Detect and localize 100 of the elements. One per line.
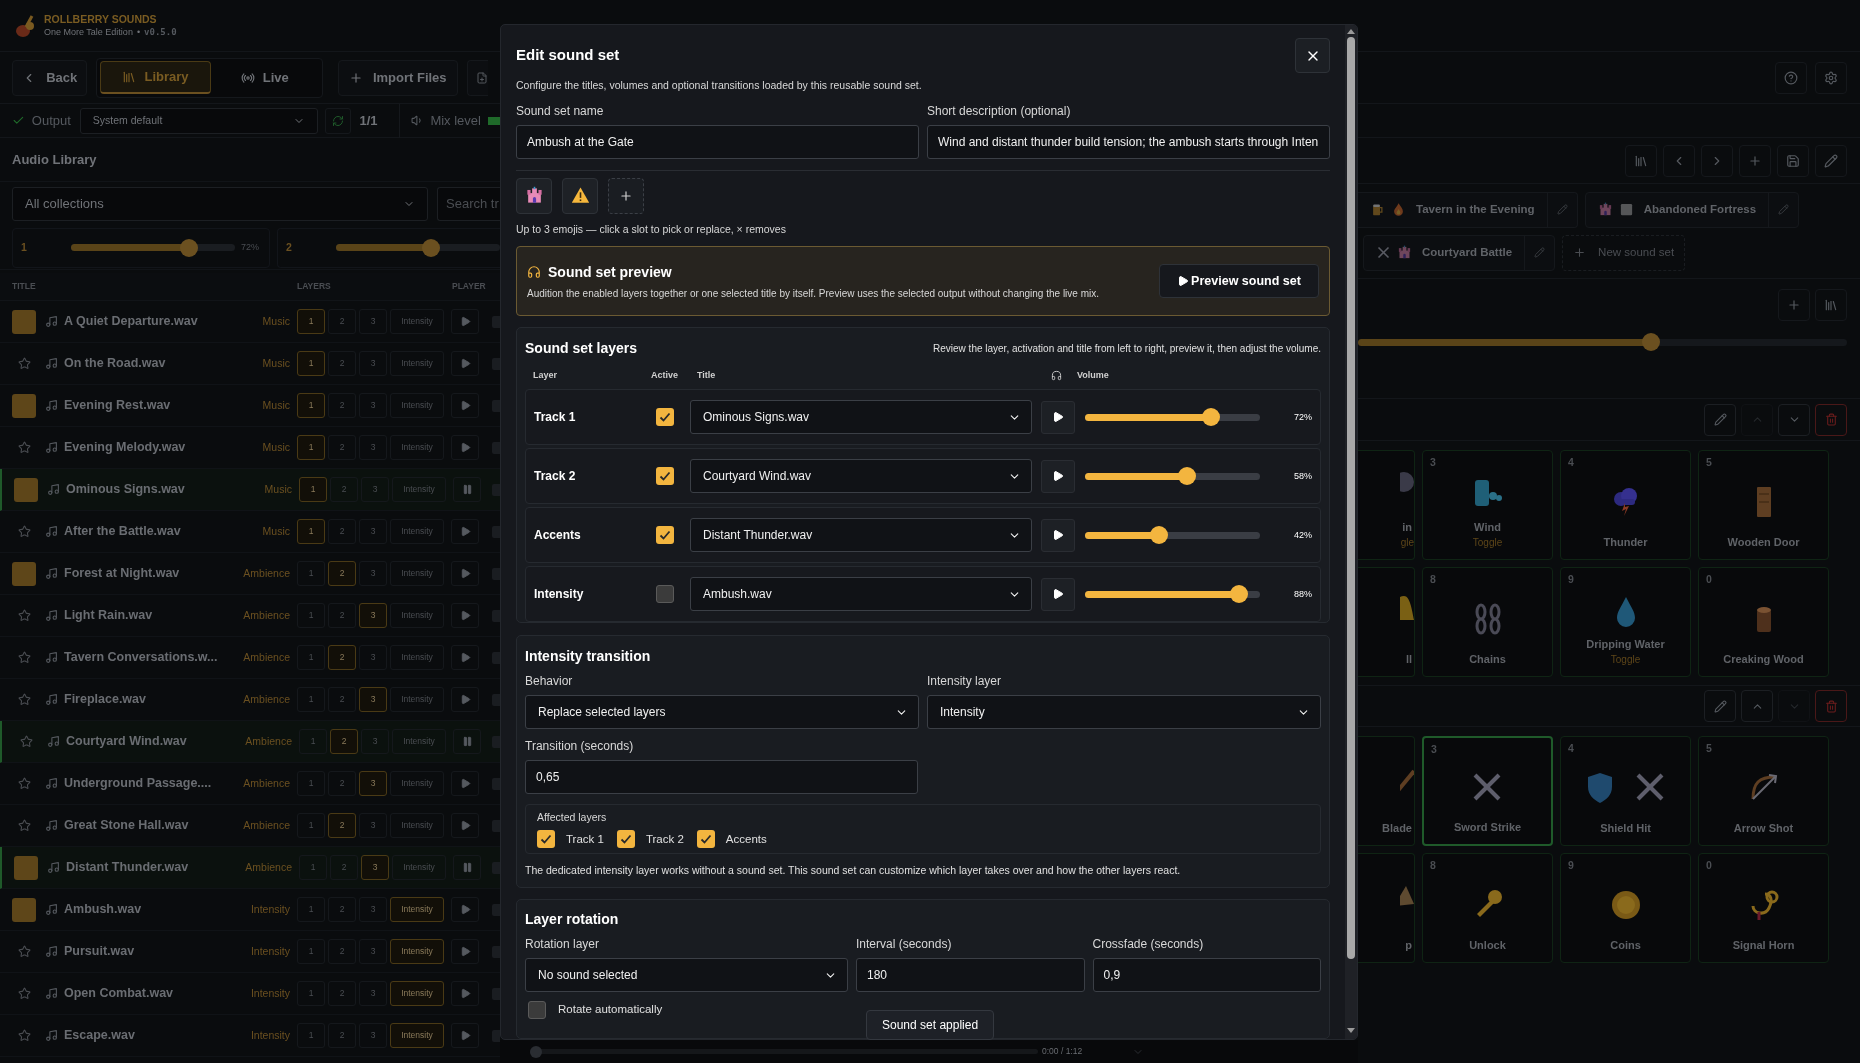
layer-button[interactable]: Intensity <box>390 435 444 460</box>
star-icon[interactable] <box>17 1029 31 1042</box>
sound-pad[interactable]: p <box>1358 853 1415 963</box>
title-select[interactable]: Ambush.wav <box>690 577 1032 612</box>
star-icon[interactable] <box>17 609 31 622</box>
scroll-up-icon[interactable] <box>1347 27 1355 35</box>
layer-button[interactable]: Intensity <box>390 813 444 838</box>
rotation-layer-select[interactable]: No sound selected <box>525 958 848 992</box>
layer-button[interactable]: 3 <box>359 603 387 628</box>
active-checkbox[interactable] <box>656 585 674 604</box>
layer-button[interactable]: 1 <box>297 939 325 964</box>
view-tab[interactable]: Library <box>100 61 211 94</box>
play-button[interactable] <box>1041 577 1075 611</box>
active-checkbox[interactable] <box>656 526 674 545</box>
layer-button[interactable]: 3 <box>359 687 387 712</box>
rotate-checkbox[interactable] <box>528 1001 546 1019</box>
crossfade-input[interactable]: 0,9 <box>1092 958 1321 992</box>
volume-slider[interactable] <box>1085 526 1260 545</box>
play-button[interactable] <box>1041 459 1075 493</box>
favorite-marker[interactable] <box>12 561 36 586</box>
help-button[interactable] <box>1775 61 1807 94</box>
pencil-icon[interactable] <box>1534 247 1546 258</box>
layer-button[interactable]: 1 <box>297 435 325 460</box>
sound-pad[interactable]: 4 Shield Hit <box>1560 736 1691 846</box>
layer-button[interactable]: Intensity <box>392 729 446 754</box>
layer-button[interactable]: 1 <box>297 771 325 796</box>
behavior-select[interactable]: Replace selected layers <box>525 695 919 730</box>
master-volume-slider[interactable] <box>1358 333 1847 351</box>
sound-pad[interactable]: 8 Unlock <box>1422 853 1553 963</box>
intensity-layer-select[interactable]: Intensity <box>927 695 1321 730</box>
toolbar-button[interactable] <box>466 59 488 96</box>
favorite-marker[interactable] <box>14 477 38 502</box>
library-button[interactable] <box>1625 144 1657 177</box>
layer-button[interactable]: Intensity <box>390 897 444 922</box>
preview-button[interactable]: Preview sound set <box>1159 264 1319 299</box>
layer-button[interactable]: 1 <box>297 687 325 712</box>
scrollbar[interactable] <box>1345 25 1357 1039</box>
favorite-marker[interactable] <box>12 897 36 922</box>
layer-button[interactable]: Intensity <box>390 645 444 670</box>
emoji-slot[interactable] <box>562 177 598 214</box>
library-button[interactable] <box>1815 289 1847 321</box>
pause-button[interactable] <box>453 855 481 880</box>
volume-slider[interactable] <box>1085 408 1260 427</box>
play-button[interactable] <box>1041 518 1075 552</box>
favorite-marker[interactable] <box>14 855 38 880</box>
description-input[interactable]: Wind and distant thunder build tension; the ambush starts through Inten <box>927 124 1330 159</box>
delete-button[interactable] <box>1815 403 1847 436</box>
new-sound-set-button[interactable]: New sound set <box>1562 234 1686 271</box>
pencil-icon[interactable] <box>1778 204 1790 215</box>
layer-button[interactable]: 1 <box>297 981 325 1006</box>
sound-pad[interactable]: 3 Wind Toggle <box>1422 450 1553 560</box>
layer-button[interactable]: 1 <box>297 813 325 838</box>
add-emoji-button[interactable] <box>608 177 644 214</box>
output-select[interactable]: System default <box>79 107 318 134</box>
pause-button[interactable] <box>453 477 481 502</box>
emoji-slot[interactable] <box>516 177 552 214</box>
layer-button[interactable]: 1 <box>299 477 327 502</box>
transition-input[interactable]: 0,65 <box>525 760 918 795</box>
sound-pad[interactable]: 5 Wooden Door <box>1698 450 1829 560</box>
active-checkbox[interactable] <box>656 467 674 486</box>
layer-checkbox[interactable] <box>616 830 635 849</box>
layer-button[interactable]: Intensity <box>390 981 444 1006</box>
star-icon[interactable] <box>17 651 31 664</box>
title-select[interactable]: Distant Thunder.wav <box>690 518 1032 553</box>
view-tab[interactable]: Live <box>210 61 319 94</box>
star-icon[interactable] <box>17 987 31 1000</box>
layer-button[interactable]: 2 <box>328 813 356 838</box>
layer-volume-slider[interactable] <box>71 238 235 257</box>
layer-button[interactable]: 1 <box>299 729 327 754</box>
layer-button[interactable]: 1 <box>297 1023 325 1048</box>
star-icon[interactable] <box>17 819 31 832</box>
star-icon[interactable] <box>17 441 31 454</box>
sound-pad[interactable]: 4 Thunder <box>1560 450 1691 560</box>
refresh-button[interactable] <box>324 107 351 134</box>
layer-button[interactable]: 1 <box>297 309 325 334</box>
play-button[interactable] <box>1041 400 1075 434</box>
sound-pad[interactable]: in gle <box>1358 450 1415 560</box>
title-select[interactable]: Ominous Signs.wav <box>690 400 1032 435</box>
volume-slider[interactable] <box>1085 467 1260 486</box>
sound-pad[interactable]: 9 Dripping Water Toggle <box>1560 567 1691 677</box>
interval-input[interactable]: 180 <box>856 958 1085 992</box>
layer-button[interactable]: 3 <box>359 771 387 796</box>
sound-set-chip[interactable]: Courtyard Battle <box>1363 234 1556 271</box>
edit-button[interactable] <box>1704 690 1736 722</box>
layer-button[interactable]: 1 <box>297 393 325 418</box>
sound-pad[interactable]: 8 Chains <box>1422 567 1553 677</box>
layer-button[interactable]: Intensity <box>390 687 444 712</box>
add-button[interactable] <box>1739 144 1771 177</box>
layer-button[interactable]: 1 <box>297 561 325 586</box>
collection-select[interactable]: All collections <box>12 187 428 221</box>
pause-button[interactable] <box>453 729 481 754</box>
back-button[interactable]: Back <box>12 59 88 96</box>
layer-button[interactable]: 2 <box>328 561 356 586</box>
search-field[interactable]: Search tr <box>437 187 500 221</box>
pencil-icon[interactable] <box>1556 204 1568 215</box>
star-icon[interactable] <box>17 525 31 538</box>
layer-button[interactable]: Intensity <box>392 855 446 880</box>
layer-button[interactable]: Intensity <box>390 393 444 418</box>
sound-set-chip[interactable]: Tavern in the Evening <box>1358 191 1578 228</box>
favorite-marker[interactable] <box>12 393 36 418</box>
